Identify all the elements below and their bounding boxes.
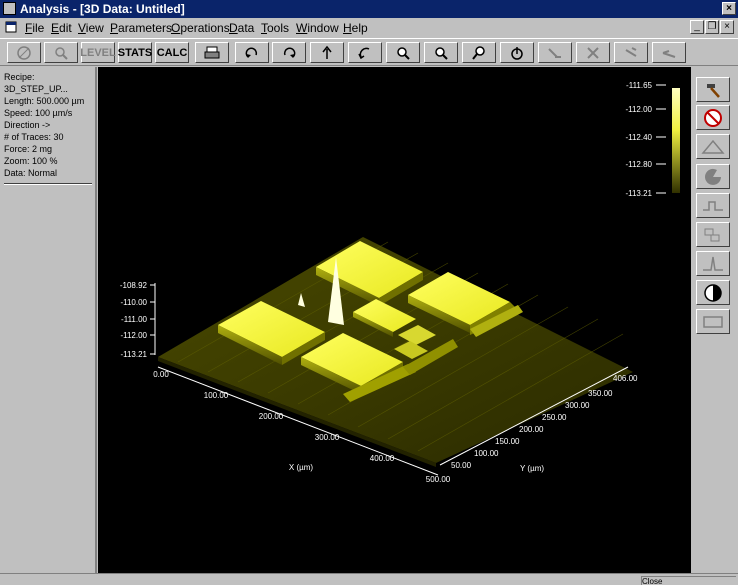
diagonal-icon[interactable]: [614, 42, 648, 63]
triangle-icon[interactable]: [696, 134, 730, 159]
colorbar-label-2: -112.00: [625, 105, 652, 114]
zoom-info: Zoom: 100 %: [4, 156, 58, 166]
info-panel: Recipe: 3D_STEP_UP... Length: 500.000 µm…: [0, 67, 97, 573]
title-bar: Analysis - [3D Data: Untitled] ×: [0, 0, 738, 18]
x-tick-5: 400.00: [370, 454, 395, 463]
probe-icon[interactable]: [538, 42, 572, 63]
force-info: Force: 2 mg: [4, 144, 53, 154]
data-info: Data: Normal: [4, 168, 58, 178]
y-tick-6: 300.00: [565, 401, 590, 410]
minimize-button[interactable]: _: [690, 20, 704, 34]
magnifier-icon[interactable]: [44, 42, 78, 63]
zoom-out-icon[interactable]: [424, 42, 458, 63]
menu-help[interactable]: Help: [343, 21, 368, 35]
right-toolbar: [692, 67, 738, 573]
menu-parameters[interactable]: Parameters: [110, 21, 172, 35]
length-info: Length: 500.000 µm: [4, 96, 85, 106]
flat-icon[interactable]: [652, 42, 686, 63]
menu-window[interactable]: Window: [296, 21, 339, 35]
restore-button[interactable]: ❐: [705, 20, 719, 34]
x-tick-3: 200.00: [259, 412, 284, 421]
app-icon[interactable]: [3, 2, 16, 15]
contrast-icon[interactable]: [696, 280, 730, 305]
menu-bar: File Edit View Parameters Operations Dat…: [0, 18, 738, 37]
menu-tools[interactable]: Tools: [261, 21, 289, 35]
y-tick-8: 406.00: [613, 374, 638, 383]
plot-area[interactable]: -111.65 -112.00 -112.40 -112.80 -113.21: [98, 67, 691, 573]
x-tick-6: 500.00: [426, 475, 451, 484]
rotate-ccw-icon[interactable]: [272, 42, 306, 63]
x-tick-2: 100.00: [204, 391, 229, 400]
no-hammer-icon[interactable]: [696, 105, 730, 130]
colorbar-gradient: [672, 88, 680, 193]
colorbar-label-3: -112.40: [625, 133, 652, 142]
speed-info: Speed: 100 µm/s: [4, 108, 73, 118]
info-divider: [4, 183, 92, 185]
traces-info: # of Traces: 30: [4, 132, 64, 142]
y-tick-2: 100.00: [474, 449, 499, 458]
z-tick-2: -110.00: [120, 298, 147, 307]
target-icon[interactable]: [7, 42, 41, 63]
x-tick-1: 0.00: [153, 370, 169, 379]
y-tick-4: 200.00: [519, 425, 544, 434]
rotate-view-icon[interactable]: [500, 42, 534, 63]
colorbar-label-1: -111.65: [626, 81, 652, 90]
x-tick-4: 300.00: [315, 433, 340, 442]
tilt-up-icon[interactable]: [310, 42, 344, 63]
menu-data[interactable]: Data: [229, 21, 254, 35]
rectangle-icon[interactable]: [696, 309, 730, 334]
pie-icon[interactable]: [696, 164, 730, 189]
peak-icon[interactable]: [696, 251, 730, 276]
z-tick-1: -108.92: [120, 281, 148, 290]
tilt-down-icon[interactable]: [348, 42, 382, 63]
calc-button[interactable]: CALC: [155, 42, 189, 63]
stats-button[interactable]: STATS: [118, 42, 152, 63]
z-tick-5: -113.21: [120, 350, 147, 359]
cross-icon[interactable]: [576, 42, 610, 63]
child-close-button[interactable]: ×: [720, 20, 734, 34]
window-title: Analysis - [3D Data: Untitled]: [20, 2, 185, 16]
rotate-cw-icon[interactable]: [235, 42, 269, 63]
menu-operations[interactable]: Operations: [171, 21, 230, 35]
menu-file[interactable]: File: [25, 21, 44, 35]
y-axis-label: Y (µm): [520, 464, 544, 473]
y-tick-5: 250.00: [542, 413, 567, 422]
z-tick-3: -111.00: [121, 315, 147, 324]
z-axis-ticks: [150, 284, 155, 355]
x-axis-label: X (µm): [289, 463, 313, 472]
zoom-hand-icon[interactable]: [462, 42, 496, 63]
direction-info: Direction ->: [4, 120, 51, 130]
recipe-value: 3D_STEP_UP...: [4, 84, 68, 94]
step-height-icon[interactable]: [696, 193, 730, 218]
printer-icon[interactable]: [195, 42, 229, 63]
z-tick-4: -112.00: [120, 331, 147, 340]
level-button[interactable]: LEVEL: [80, 42, 116, 63]
surface-plot[interactable]: -111.65 -112.00 -112.40 -112.80 -113.21: [98, 67, 691, 573]
recipe-label: Recipe:: [4, 72, 35, 82]
hammer-icon[interactable]: [696, 77, 730, 102]
colorbar-ticks: [656, 84, 666, 194]
menu-view[interactable]: View: [78, 21, 104, 35]
colorbar-label-4: -112.80: [625, 160, 652, 169]
zoom-in-icon[interactable]: [386, 42, 420, 63]
y-tick-1: 50.00: [451, 461, 472, 470]
toolbar: LEVEL STATS CALC: [0, 38, 738, 66]
menu-edit[interactable]: Edit: [51, 21, 72, 35]
y-tick-7: 350.00: [588, 389, 613, 398]
close-button[interactable]: ×: [722, 2, 736, 15]
document-icon[interactable]: [5, 21, 17, 33]
y-tick-3: 150.00: [495, 437, 520, 446]
colorbar-label-5: -113.21: [625, 189, 652, 198]
dimension-icon[interactable]: [696, 222, 730, 247]
